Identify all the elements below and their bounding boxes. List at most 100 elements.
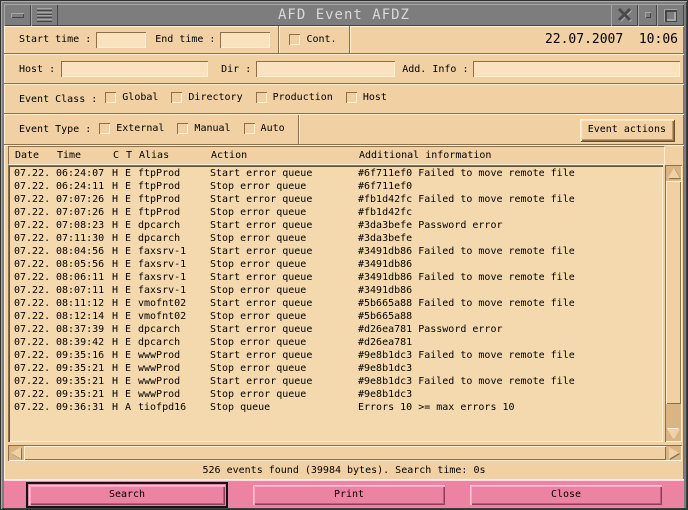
checkbox-box[interactable] [255,92,267,103]
scroll-down-button[interactable] [665,426,682,442]
arrow-right-icon [669,447,679,459]
cell-time: 08:07:11 [56,285,105,296]
checkbox-box[interactable] [99,122,111,134]
table-row[interactable]: 07.22. 09:35:21 H EwwwProd Start error queue… [8,375,663,388]
horizontal-scrollbar[interactable] [8,445,682,461]
checkbox-manual[interactable]: Manual [177,122,231,134]
checkbox-box[interactable] [171,92,183,103]
cell-date: 07.22. [14,181,51,192]
table-row[interactable]: 07.22. 08:37:39 H Edpcarch Start error queue… [8,323,663,336]
table-row[interactable]: 07.22. 08:05:56 H Efaxsrv-1 Stop error queue… [8,258,663,271]
start-time-label: Start time : [19,34,92,45]
host-input[interactable] [61,61,209,77]
vertical-scrollbar-thumb[interactable] [666,181,681,404]
cell-t: E [125,181,132,192]
cont-checkbox[interactable]: Cont. [289,34,337,45]
scroll-up-button[interactable] [665,165,682,181]
cont-label: Cont. [306,34,337,45]
addinfo-label: Add. Info : [402,63,469,75]
cell-c: H [112,233,119,244]
checkbox-box[interactable] [345,92,357,103]
cell-action: Stop error queue [210,181,307,192]
separator [348,26,351,53]
cell-action: Start error queue [210,272,313,283]
event-list[interactable]: 07.22. 06:24:07 H EftpProd Start error queue… [8,165,663,442]
titlebar[interactable]: AFD Event AFDZ [4,4,684,26]
checkbox-box[interactable] [243,122,255,134]
table-row[interactable]: 07.22. 08:12:14 H Evmofnt02 Stop error queue… [8,310,663,323]
window: AFD Event AFDZ Start time : End time : C… [0,0,688,510]
addinfo-input[interactable] [473,61,680,77]
cell-time: 08:04:56 [56,246,105,257]
print-button[interactable]: Print [253,484,445,505]
search-button[interactable]: Search [29,484,225,505]
table-row[interactable]: 07.22. 07:11:30 H Edpcarch Stop error queue #… [8,232,663,245]
scroll-right-button[interactable] [666,445,682,461]
titlebar-close-button[interactable] [611,4,638,26]
cont-checkbox-box[interactable] [289,34,301,45]
table-row[interactable]: 07.22. 07:07:26 H EftpProd Stop error queue #… [8,206,663,219]
table-row[interactable]: 07.22. 08:04:56 H Efaxsrv-1 Start error queu… [8,245,663,258]
cell-action: Stop error queue [210,285,307,296]
cell-date: 07.22. [14,272,51,283]
arrow-down-icon [667,429,680,439]
table-row[interactable]: 07.22. 09:36:31 H Atiofpd16 Stop queue Errors… [8,401,663,414]
table-row[interactable]: 07.22. 08:06:11 H Efaxsrv-1 Start error queu… [8,271,663,284]
vertical-scrollbar-trough[interactable] [666,181,681,426]
cell-info: #fb1d42fc [358,207,413,218]
event-actions-button[interactable]: Event actions [579,118,674,141]
cell-c: H [112,194,119,205]
scroll-left-button[interactable] [8,445,24,461]
start-time-input[interactable] [96,31,147,48]
table-row[interactable]: 07.22. 08:39:42 H Edpcarch Stop error queue #… [8,336,663,349]
table-row[interactable]: 07.22. 06:24:11 H EftpProd Stop error queue #… [8,180,663,193]
cell-action: Stop queue [210,402,271,413]
close-button[interactable]: Close [470,484,662,505]
cell-info: #d26ea781 [358,337,413,348]
table-row[interactable]: 07.22. 09:35:21 H EwwwProd Stop error queue #… [8,362,663,375]
arrow-up-icon [667,168,680,178]
cell-date: 07.22. [14,220,51,231]
event-class-options: Global Directory Production Host [105,92,400,106]
cell-date: 07.22. [14,233,51,244]
table-row[interactable]: 07.22. 08:07:11 H Efaxsrv-1 Stop error queue… [8,284,663,297]
horizontal-scrollbar-trough[interactable] [24,446,666,460]
header-alias: Alias [139,150,170,161]
checkbox-global[interactable]: Global [105,92,158,103]
vertical-scrollbar[interactable] [665,165,682,442]
cell-time: 07:07:26 [56,207,105,218]
end-time-input[interactable] [220,31,271,48]
checkbox-box[interactable] [105,92,117,103]
checkbox-external[interactable]: External [99,122,164,134]
cell-time: 08:37:39 [56,324,105,335]
cell-time: 08:11:12 [56,298,105,309]
cell-info: #5b665a88 Failed to move remote file [358,298,575,309]
titlebar-maximize-button[interactable] [657,4,684,26]
cell-c: H [112,337,119,348]
dir-input[interactable] [256,61,396,77]
table-row[interactable]: 07.22. 09:35:16 H EwwwProd Start error queue… [8,349,663,362]
footer-button-bar: Search Print Close [4,480,684,508]
titlebar-iconify-button[interactable] [638,4,657,26]
table-row[interactable]: 07.22. 09:35:21 H EwwwProd Stop error queue #… [8,388,663,401]
table-row[interactable]: 07.22. 06:24:07 H EftpProd Start error queue… [8,167,663,180]
table-row[interactable]: 07.22. 07:08:23 H Edpcarch Start error queue… [8,219,663,232]
cell-t: E [125,272,132,283]
cell-c: H [112,207,119,218]
cell-date: 07.22. [14,324,51,335]
checkbox-host[interactable]: Host [345,92,387,103]
cell-action: Stop error queue [210,233,307,244]
checkbox-production[interactable]: Production [255,92,333,103]
horizontal-scrollbar-thumb[interactable] [24,446,666,460]
checkbox-auto[interactable]: Auto [243,122,285,134]
checkbox-directory[interactable]: Directory [171,92,243,103]
checkbox-box[interactable] [177,122,189,134]
arrow-left-icon [11,447,21,459]
table-row[interactable]: 07.22. 07:07:26 H EftpProd Start error queue… [8,193,663,206]
cell-time: 09:36:31 [56,402,105,413]
cell-alias: dpcarch [138,220,181,231]
cell-date: 07.22. [14,194,51,205]
table-row[interactable]: 07.22. 08:11:12 H Evmofnt02 Start error queu… [8,297,663,310]
checkbox-label: Global [122,92,159,103]
cell-alias: faxsrv-1 [138,285,187,296]
